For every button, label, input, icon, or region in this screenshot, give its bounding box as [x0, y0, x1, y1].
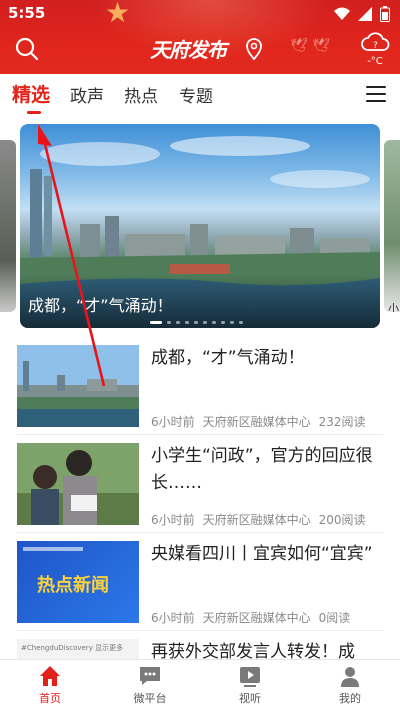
chat-icon [140, 667, 160, 685]
nav-label: 微平台 [133, 692, 167, 705]
nav-media[interactable]: 视听 [220, 664, 280, 706]
play-icon [240, 667, 260, 687]
nav-label: 视听 [239, 692, 261, 705]
annotation-arrow [38, 124, 106, 387]
nav-label: 首页 [39, 692, 61, 705]
home-icon [40, 666, 60, 686]
nav-label: 我的 [339, 692, 361, 705]
nav-weplatform[interactable]: 微平台 [120, 664, 180, 706]
bottom-navigation: 首页 微平台 视听 我的 [0, 659, 400, 711]
nav-home[interactable]: 首页 [20, 664, 80, 706]
user-icon [341, 667, 359, 687]
nav-mine[interactable]: 我的 [320, 664, 380, 706]
